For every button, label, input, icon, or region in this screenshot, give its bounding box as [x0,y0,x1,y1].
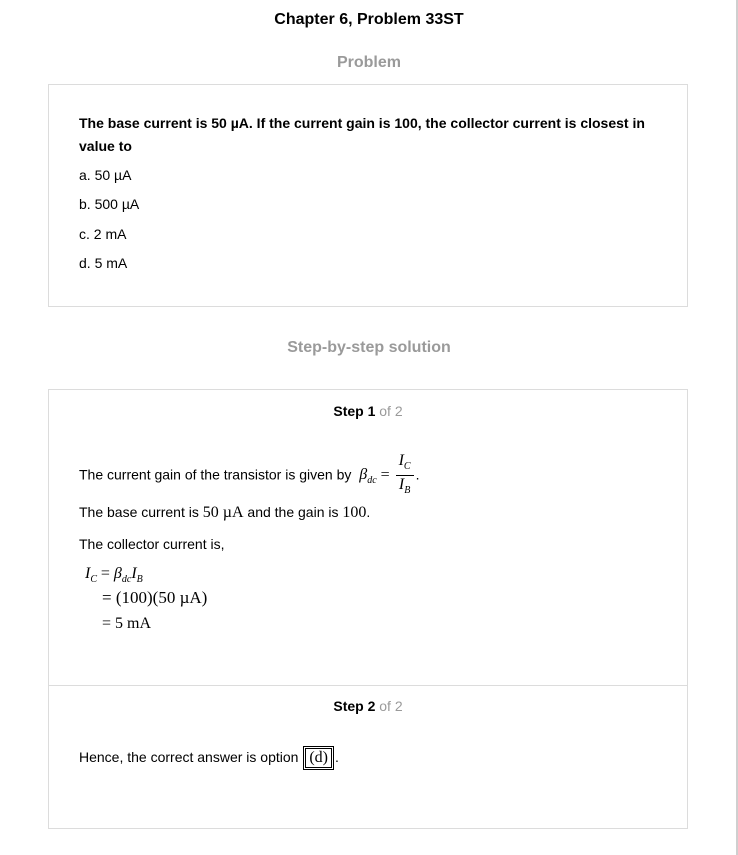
answer-prefix: Hence, the correct answer is option [79,749,299,765]
answer-option: (d) [303,746,334,770]
step-2-count: of 2 [379,698,403,714]
fraction-numerator: IC [395,452,414,477]
gain-value: 100 [342,504,367,521]
step-1-label: Step 1 [333,403,376,419]
step-1-header: Step 1 of 2 [49,403,687,419]
equation-line-1: IC = βdcIB [85,565,143,586]
equals-sign: = [380,466,394,484]
step-2-label: Step 2 [333,698,376,714]
base-prefix: The base current is [79,504,199,520]
problem-question: The base current is 50 µA. If the curren… [79,115,645,154]
gain-intro: The current gain of the transistor is gi… [79,466,352,483]
fraction-denominator: IB [398,476,411,497]
problem-card: The base current is 50 µA. If the curren… [48,84,688,307]
collector-intro: The collector current is, [79,536,225,552]
option-a: a. 50 µA [79,167,132,183]
solution-heading: Step-by-step solution [287,339,451,356]
step-2-header: Step 2 of 2 [49,698,687,714]
equation-line-3: = 5 mA [102,615,152,632]
base-value: 50 µA [202,504,244,521]
base-current-line: The base current is 50 µA and the gain i… [79,504,371,521]
equation-line-2: = (100)(50 µA) [102,588,208,607]
gain-fraction: IC IB [395,452,414,499]
option-b: b. 500 µA [79,196,140,212]
step-1-count: of 2 [379,403,403,419]
page-title: Chapter 6, Problem 33ST [274,11,464,28]
option-c: c. 2 mA [79,226,127,242]
option-d: d. 5 mA [79,255,128,271]
solution-card: Step 1 of 2 The current gain of the tran… [48,389,688,829]
base-mid: and the gain is [247,504,339,520]
beta-symbol: βdc [355,466,377,487]
step-divider [49,685,687,686]
answer-line: Hence, the correct answer is option (d). [79,746,339,770]
problem-heading: Problem [336,54,401,71]
gain-definition: The current gain of the transistor is gi… [79,452,419,499]
